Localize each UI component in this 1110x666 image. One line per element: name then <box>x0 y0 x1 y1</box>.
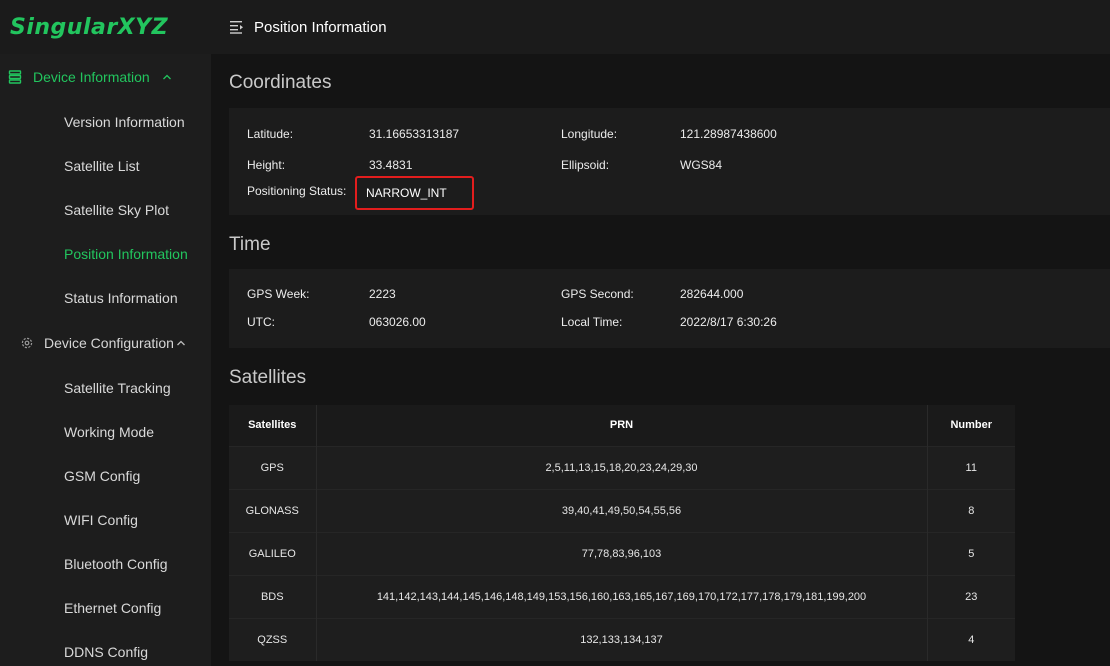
gps-second-label: GPS Second: <box>561 287 634 301</box>
sidebar-item-satellite-tracking[interactable]: Satellite Tracking <box>0 366 211 410</box>
prn-cell: 2,5,11,13,15,18,20,23,24,29,30 <box>316 445 928 489</box>
sidebar-group-device-configuration[interactable]: Device Configuration <box>0 320 211 366</box>
sidebar-group-label: Device Configuration <box>44 335 174 351</box>
logo: SingularXYZ <box>10 14 169 40</box>
sidebar-item-bluetooth-config[interactable]: Bluetooth Config <box>0 542 211 586</box>
utc-value: 063026.00 <box>369 315 426 329</box>
chevron-up-icon <box>177 340 185 346</box>
sidebar-item-satellite-list[interactable]: Satellite List <box>0 144 211 188</box>
number-cell: 23 <box>927 574 1015 618</box>
prn-cell: 132,133,134,137 <box>316 617 928 661</box>
ellipsoid-value: WGS84 <box>680 158 723 172</box>
gps-week-label: GPS Week: <box>247 287 310 301</box>
satellites-table: Satellites PRN Number GPS 2,5,11,13,15,1… <box>229 405 1015 661</box>
positioning-status-value: NARROW_INT <box>366 186 447 200</box>
utc-label: UTC: <box>247 315 275 329</box>
prn-cell: 77,78,83,96,103 <box>316 531 928 575</box>
sidebar-item-satellite-sky-plot[interactable]: Satellite Sky Plot <box>0 188 211 232</box>
sidebar-item-working-mode[interactable]: Working Mode <box>0 410 211 454</box>
sidebar-group-label: Device Information <box>33 69 150 85</box>
main-content: Coordinates Latitude: 31.16653313187 Lon… <box>211 54 1110 666</box>
number-cell: 8 <box>927 488 1015 532</box>
number-cell: 11 <box>927 445 1015 489</box>
latitude-value: 31.16653313187 <box>369 127 460 141</box>
table-row: GALILEO 77,78,83,96,103 5 <box>229 531 1015 575</box>
sidebar-item-version-information[interactable]: Version Information <box>0 100 211 144</box>
chevron-up-icon <box>162 74 171 80</box>
column-header-number: Number <box>927 405 1015 446</box>
coordinates-title: Coordinates <box>229 72 332 93</box>
time-card: GPS Week: 2223 GPS Second: 282644.000 UT… <box>229 269 1110 348</box>
gps-week-value: 2223 <box>369 287 396 301</box>
column-header-prn: PRN <box>316 405 928 446</box>
table-row: BDS 141,142,143,144,145,146,148,149,153,… <box>229 574 1015 618</box>
prn-cell: 39,40,41,49,50,54,55,56 <box>316 488 928 532</box>
time-title: Time <box>229 234 271 255</box>
sidebar: Device Information Version Information S… <box>0 54 211 666</box>
prn-cell: 141,142,143,144,145,146,148,149,153,156,… <box>316 574 928 618</box>
sidebar-item-ddns-config[interactable]: DDNS Config <box>0 630 211 666</box>
sidebar-item-status-information[interactable]: Status Information <box>0 276 211 320</box>
sidebar-item-ethernet-config[interactable]: Ethernet Config <box>0 586 211 630</box>
header: Position Information <box>211 0 387 54</box>
longitude-label: Longitude: <box>561 127 618 141</box>
latitude-label: Latitude: <box>247 127 294 141</box>
coordinates-card: Latitude: 31.16653313187 Longitude: 121.… <box>229 108 1110 215</box>
satellite-system-cell: GLONASS <box>229 488 317 532</box>
table-header-row: Satellites PRN Number <box>229 405 1015 446</box>
server-icon <box>8 70 22 84</box>
gps-second-value: 282644.000 <box>680 287 744 301</box>
ellipsoid-label: Ellipsoid: <box>561 158 610 172</box>
number-cell: 5 <box>927 531 1015 575</box>
height-label: Height: <box>247 158 286 172</box>
positioning-status-badge: NARROW_INT <box>355 176 474 210</box>
sidebar-item-gsm-config[interactable]: GSM Config <box>0 454 211 498</box>
positioning-status-label: Positioning Status: <box>247 184 347 198</box>
column-header-satellites: Satellites <box>229 405 317 446</box>
menu-fold-icon[interactable] <box>230 20 244 34</box>
satellite-system-cell: GPS <box>229 445 317 489</box>
sidebar-item-wifi-config[interactable]: WIFI Config <box>0 498 211 542</box>
local-time-value: 2022/8/17 6:30:26 <box>680 315 777 329</box>
satellite-system-cell: GALILEO <box>229 531 317 575</box>
gear-icon <box>21 337 33 349</box>
number-cell: 4 <box>927 617 1015 661</box>
top-bar: SingularXYZ Position Information <box>0 0 1110 54</box>
longitude-value: 121.28987438600 <box>680 127 777 141</box>
table-row: GLONASS 39,40,41,49,50,54,55,56 8 <box>229 488 1015 532</box>
satellite-system-cell: QZSS <box>229 617 317 661</box>
local-time-label: Local Time: <box>561 315 623 329</box>
sidebar-item-position-information[interactable]: Position Information <box>0 232 211 276</box>
height-value: 33.4831 <box>369 158 413 172</box>
satellites-title: Satellites <box>229 367 307 388</box>
page-title: Position Information <box>254 18 387 36</box>
table-row: GPS 2,5,11,13,15,18,20,23,24,29,30 11 <box>229 445 1015 489</box>
sidebar-group-device-information[interactable]: Device Information <box>0 54 211 100</box>
table-row: QZSS 132,133,134,137 4 <box>229 617 1015 661</box>
satellite-system-cell: BDS <box>229 574 317 618</box>
